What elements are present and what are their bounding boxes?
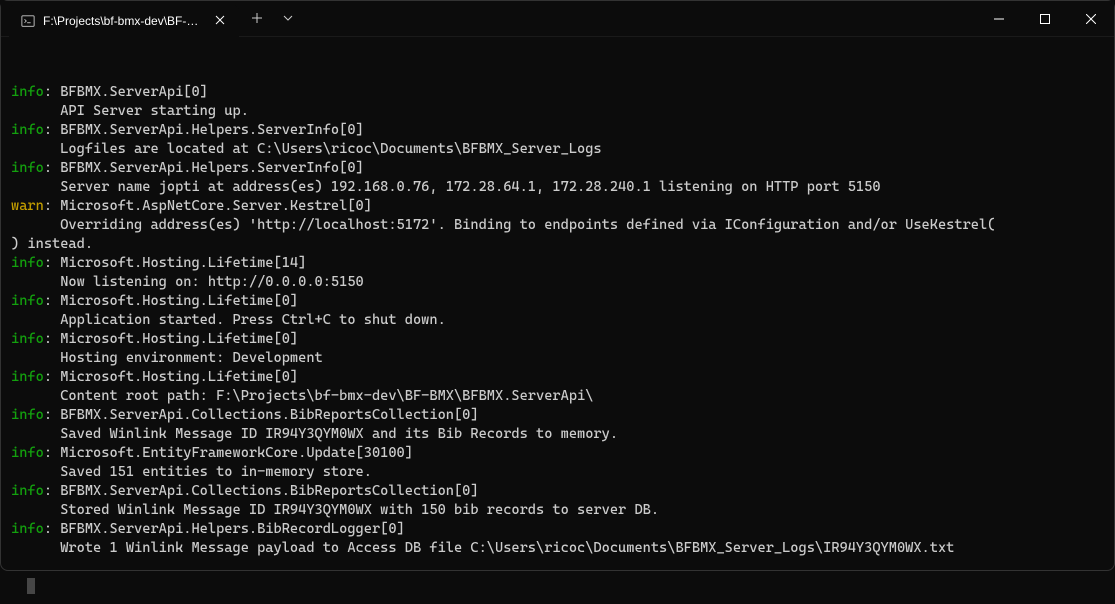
log-head: : BFBMX.ServerApi.Helpers.ServerInfo[0] bbox=[44, 122, 364, 138]
log-level: info bbox=[11, 369, 44, 385]
window-controls bbox=[976, 1, 1114, 36]
log-level: warn bbox=[11, 198, 44, 214]
terminal-icon bbox=[21, 14, 35, 28]
log-line: info: BFBMX.ServerApi[0] bbox=[11, 83, 1104, 102]
log-head: : Microsoft.Hosting.Lifetime[0] bbox=[44, 331, 298, 347]
log-level: info bbox=[11, 160, 44, 176]
terminal-output[interactable]: info: BFBMX.ServerApi[0] API Server star… bbox=[1, 37, 1114, 604]
log-head: : BFBMX.ServerApi.Helpers.BibRecordLogge… bbox=[44, 521, 405, 537]
close-button[interactable] bbox=[1068, 1, 1114, 36]
log-level: info bbox=[11, 255, 44, 271]
log-body: Saved Winlink Message ID IR94Y3QYM0WX an… bbox=[11, 425, 1104, 444]
log-line: info: BFBMX.ServerApi.Collections.BibRep… bbox=[11, 406, 1104, 425]
terminal-cursor bbox=[27, 578, 35, 594]
log-body: Wrote 1 Winlink Message payload to Acces… bbox=[11, 539, 1104, 558]
log-line: info: Microsoft.EntityFrameworkCore.Upda… bbox=[11, 444, 1104, 463]
log-body: API Server starting up. bbox=[11, 102, 1104, 121]
log-line: info: BFBMX.ServerApi.Helpers.ServerInfo… bbox=[11, 121, 1104, 140]
new-tab-button[interactable] bbox=[239, 9, 275, 28]
log-level: info bbox=[11, 483, 44, 499]
log-line: warn: Microsoft.AspNetCore.Server.Kestre… bbox=[11, 197, 1104, 216]
log-body: Content root path: F:\Projects\bf-bmx-de… bbox=[11, 387, 1104, 406]
log-line: info: Microsoft.Hosting.Lifetime[0] bbox=[11, 292, 1104, 311]
log-body: Logfiles are located at C:\Users\ricoc\D… bbox=[11, 140, 1104, 159]
log-head: : Microsoft.AspNetCore.Server.Kestrel[0] bbox=[44, 198, 372, 214]
log-level: info bbox=[11, 84, 44, 100]
log-head: : Microsoft.Hosting.Lifetime[0] bbox=[44, 293, 298, 309]
log-level: info bbox=[11, 407, 44, 423]
log-head: : Microsoft.Hosting.Lifetime[14] bbox=[44, 255, 307, 271]
log-line: info: BFBMX.ServerApi.Helpers.ServerInfo… bbox=[11, 159, 1104, 178]
log-body: ) instead. bbox=[11, 235, 1104, 254]
log-level: info bbox=[11, 445, 44, 461]
minimize-button[interactable] bbox=[976, 1, 1022, 36]
log-body: Saved 151 entities to in-memory store. bbox=[11, 463, 1104, 482]
log-level: info bbox=[11, 122, 44, 138]
log-level: info bbox=[11, 331, 44, 347]
log-body: Overriding address(es) 'http://localhost… bbox=[11, 216, 1104, 235]
log-body: Stored Winlink Message ID IR94Y3QYM0WX w… bbox=[11, 501, 1104, 520]
window-titlebar: F:\Projects\bf-bmx-dev\BF-BM bbox=[1, 1, 1114, 37]
log-level: info bbox=[11, 521, 44, 537]
log-head: : Microsoft.Hosting.Lifetime[0] bbox=[44, 369, 298, 385]
log-line: info: BFBMX.ServerApi.Collections.BibRep… bbox=[11, 482, 1104, 501]
log-body: Application started. Press Ctrl+C to shu… bbox=[11, 311, 1104, 330]
tab-title: F:\Projects\bf-bmx-dev\BF-BM bbox=[43, 14, 203, 28]
log-head: : BFBMX.ServerApi.Collections.BibReports… bbox=[44, 407, 479, 423]
tab-close-button[interactable] bbox=[211, 12, 229, 30]
log-head: : BFBMX.ServerApi.Collections.BibReports… bbox=[44, 483, 479, 499]
log-line: info: Microsoft.Hosting.Lifetime[14] bbox=[11, 254, 1104, 273]
terminal-tab[interactable]: F:\Projects\bf-bmx-dev\BF-BM bbox=[9, 5, 239, 37]
log-head: : BFBMX.ServerApi[0] bbox=[44, 84, 208, 100]
log-body: Hosting environment: Development bbox=[11, 349, 1104, 368]
log-head: : Microsoft.EntityFrameworkCore.Update[3… bbox=[44, 445, 413, 461]
log-line: info: Microsoft.Hosting.Lifetime[0] bbox=[11, 368, 1104, 387]
log-line: info: BFBMX.ServerApi.Helpers.BibRecordL… bbox=[11, 520, 1104, 539]
log-level: info bbox=[11, 293, 44, 309]
log-head: : BFBMX.ServerApi.Helpers.ServerInfo[0] bbox=[44, 160, 364, 176]
log-body: Server name jopti at address(es) 192.168… bbox=[11, 178, 1104, 197]
tab-dropdown-button[interactable] bbox=[275, 13, 301, 24]
log-body: Now listening on: http://0.0.0.0:5150 bbox=[11, 273, 1104, 292]
maximize-button[interactable] bbox=[1022, 1, 1068, 36]
log-line: info: Microsoft.Hosting.Lifetime[0] bbox=[11, 330, 1104, 349]
